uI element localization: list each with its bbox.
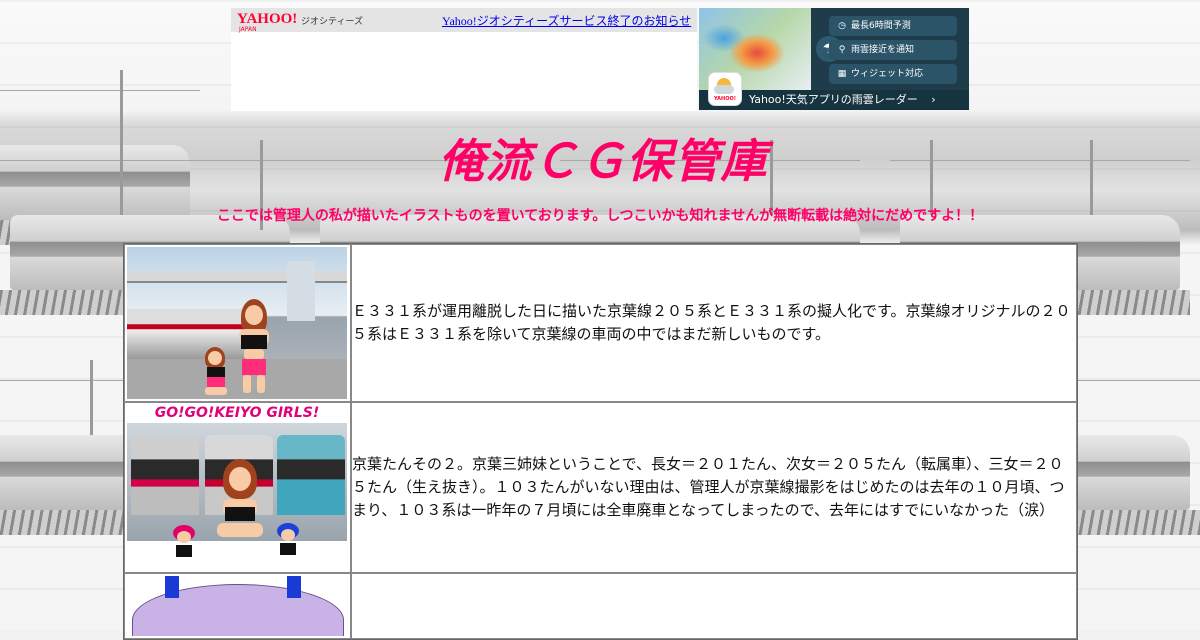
gallery-thumb-cell: GO!GO!KEIYO GIRLS! xyxy=(124,402,351,573)
location-pin-icon: ⚲ xyxy=(838,45,846,55)
yahoo-logo-sub: JAPAN xyxy=(239,26,257,33)
illustration-description xyxy=(351,573,1077,639)
gallery-row: Ｅ３３１系が運用離脱した日に描いた京葉線２０５系とＥ３３１系の擬人化です。京葉線… xyxy=(124,244,1077,402)
feature-6h-forecast: ◷ 最長6時間予測 xyxy=(829,16,957,36)
illustration-thumbnail[interactable] xyxy=(127,576,347,636)
geocities-ad-banner: YAHOO! JAPAN ジオシティーズ Yahoo!ジオシティーズサービス終了… xyxy=(231,8,697,111)
clock-icon: ◷ xyxy=(838,21,846,31)
feature-widget: ▦ ウィジェット対応 xyxy=(829,64,957,84)
illustration-thumbnail[interactable]: GO!GO!KEIYO GIRLS! xyxy=(127,405,347,570)
illustration-banner: GO!GO!KEIYO GIRLS! xyxy=(154,405,320,421)
gallery-thumb-cell xyxy=(124,573,351,639)
gallery-row xyxy=(124,573,1077,639)
service-end-notice-link[interactable]: Yahoo!ジオシティーズサービス終了のお知らせ xyxy=(442,12,691,29)
gallery-row: GO!GO!KEIYO GIRLS! 京葉たんその２。京葉三姉妹ということで、長… xyxy=(124,402,1077,573)
ad-bottom-text: Yahoo!天気アプリの雨雲レーダー xyxy=(749,93,918,106)
weather-app-icon: YAHOO! xyxy=(708,72,742,106)
gallery-thumb-cell xyxy=(124,244,351,402)
feature-rain-alert: ⚲ 雨雲接近を通知 xyxy=(829,40,957,60)
illustration-description: 京葉たんその２。京葉三姉妹ということで、長女＝２０１たん、次女＝２０５たん（転属… xyxy=(351,402,1077,573)
widget-icon: ▦ xyxy=(837,69,847,79)
page-title: 俺流ＣＧ保管庫 xyxy=(438,134,768,188)
illustration-description: Ｅ３３１系が運用離脱した日に描いた京葉線２０５系とＥ３３１系の擬人化です。京葉線… xyxy=(351,244,1077,402)
page-subtitle: ここでは管理人の私が描いたイラストものを置いております。しつこいかも知れませんが… xyxy=(216,208,984,224)
geocities-brand: ジオシティーズ xyxy=(301,17,364,27)
chevron-right-icon: › xyxy=(931,93,936,106)
weather-app-ad[interactable]: ☂ ◷最長6時間予測 ⚲雨雲接近を通知 ▦ウィジェット対応 Yahoo!天気アプ… xyxy=(699,8,969,110)
illustration-gallery: Ｅ３３１系が運用離脱した日に描いた京葉線２０５系とＥ３３１系の擬人化です。京葉線… xyxy=(123,243,1078,640)
illustration-thumbnail[interactable] xyxy=(127,247,347,399)
